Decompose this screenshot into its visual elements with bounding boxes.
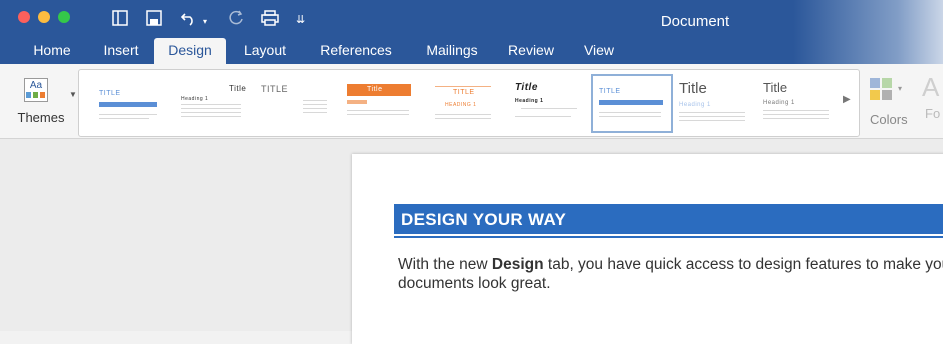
style-set-title: Title [679, 80, 707, 97]
style-set-body-line [679, 120, 745, 121]
tab-review[interactable]: Review [500, 38, 562, 64]
print-icon[interactable] [261, 10, 279, 30]
style-set-heading: Heading 1 [181, 96, 209, 102]
chevron-down-icon: ▾ [898, 84, 903, 93]
tab-insert[interactable]: Insert [92, 38, 150, 64]
style-set-thumbnail[interactable]: Title Heading 1 [675, 76, 753, 131]
style-set-body-line [521, 108, 577, 109]
style-set-body-line [303, 112, 327, 113]
style-set-body-line [181, 116, 241, 117]
gallery-scroll-right-icon[interactable]: ▶ [843, 94, 851, 105]
style-set-body-line [679, 112, 745, 113]
style-set-body-line [181, 108, 241, 109]
undo-icon[interactable] [180, 10, 198, 30]
style-set-body-line [599, 112, 661, 113]
style-set-title: Title [763, 80, 788, 95]
layout-icon[interactable] [112, 10, 128, 30]
style-set-body-line [515, 116, 571, 117]
body-text-start: With the new [398, 256, 492, 273]
ribbon-tabs: Home Insert Design Layout References Mai… [0, 38, 943, 64]
style-set-body-line [181, 104, 241, 105]
style-set-body-line [435, 118, 491, 119]
themes-label: Themes [17, 110, 65, 125]
themes-color-dots [26, 92, 45, 98]
style-set-body-line [347, 110, 409, 111]
style-set-body-line [99, 114, 157, 115]
style-set-heading: Heading 1 [679, 102, 711, 108]
style-set-body-line [181, 112, 241, 113]
style-set-heading: Heading 1 [763, 100, 795, 106]
style-set-body-line [303, 104, 327, 105]
colors-label: Colors [870, 112, 908, 127]
style-set-thumbnail[interactable]: Title [339, 76, 417, 131]
colors-swatch [882, 78, 892, 88]
tab-references[interactable]: References [308, 38, 404, 64]
save-icon[interactable] [146, 10, 162, 30]
customize-icon[interactable]: ⇊ [296, 12, 305, 28]
style-set-heading: Heading 1 [515, 98, 544, 104]
zoom-window-button[interactable] [58, 11, 70, 23]
document-heading[interactable]: DESIGN YOUR WAY [401, 210, 566, 230]
themes-icon: Aa [24, 78, 48, 102]
style-set-heading: HEADING 1 [445, 102, 477, 108]
tab-home[interactable]: Home [24, 38, 80, 64]
minimize-window-button[interactable] [38, 11, 50, 23]
title-bar [0, 0, 943, 38]
tab-design[interactable]: Design [154, 38, 226, 64]
heading-rule [394, 236, 943, 238]
style-set-body-line [99, 118, 149, 119]
style-set-title-rule [435, 86, 491, 87]
style-set-gallery: TITLE Title Heading 1 TITLE Title TITLE … [78, 69, 860, 137]
themes-button[interactable]: Aa ▼ Themes [12, 70, 77, 132]
design-ribbon: Aa ▼ Themes TITLE Title Heading 1 TITLE [0, 64, 943, 139]
redo-icon[interactable] [228, 10, 244, 30]
document-page[interactable] [352, 154, 943, 344]
style-set-body-line [763, 114, 829, 115]
colors-swatch [882, 90, 892, 100]
style-set-thumbnail-selected[interactable]: TITLE [591, 74, 673, 133]
tab-layout[interactable]: Layout [232, 38, 298, 64]
style-set-thumbnail[interactable]: Title Heading 1 [507, 76, 585, 131]
style-set-thumbnail[interactable]: TITLE [89, 76, 167, 131]
style-set-body-line [303, 108, 327, 109]
style-set-body-line [347, 114, 409, 115]
style-set-body-line [763, 118, 829, 119]
style-set-thumbnail[interactable]: TITLE HEADING 1 [423, 76, 501, 131]
style-set-thumbnail[interactable]: Title Heading 1 [171, 76, 249, 131]
tab-view[interactable]: View [572, 38, 626, 64]
window-title: Document [660, 13, 730, 30]
fonts-icon[interactable]: A [922, 72, 939, 103]
style-set-body-line [599, 116, 661, 117]
style-set-thumbnail[interactable]: TITLE [255, 76, 333, 131]
style-set-thumbnail[interactable]: Title Heading 1 [759, 76, 837, 131]
style-set-title: TITLE [599, 88, 621, 95]
tab-mailings[interactable]: Mailings [412, 38, 492, 64]
style-set-body-line [763, 110, 829, 111]
style-set-body-line [679, 116, 745, 117]
undo-dropdown-icon[interactable]: ▾ [203, 14, 207, 30]
fonts-label: Fo [925, 106, 941, 121]
close-window-button[interactable] [18, 11, 30, 23]
style-set-title: Title [229, 84, 247, 93]
style-set-title: TITLE [261, 84, 289, 94]
style-set-body-line [303, 100, 327, 101]
document-body-text[interactable]: With the new Design tab, you have quick … [398, 255, 943, 293]
style-set-heading-bar [99, 102, 157, 107]
colors-swatch [870, 78, 880, 88]
style-set-heading-bar [347, 100, 367, 104]
style-set-title: Title [367, 86, 383, 93]
style-set-title: TITLE [453, 89, 475, 96]
style-set-body-line [435, 114, 491, 115]
style-set-title: TITLE [99, 90, 121, 97]
body-text-bold: Design [491, 256, 544, 273]
style-set-heading-bar [599, 100, 663, 105]
colors-swatch [870, 90, 880, 100]
colors-button[interactable]: ▾ Colors [862, 70, 922, 132]
style-set-title: Title [515, 82, 538, 93]
chevron-down-icon: ▼ [69, 90, 77, 99]
